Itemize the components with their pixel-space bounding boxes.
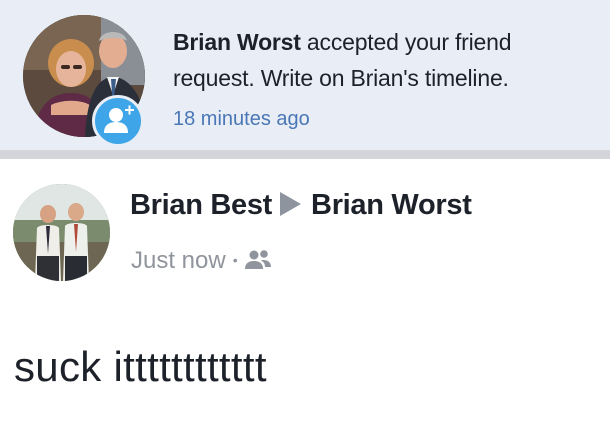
post-author-name[interactable]: Brian Best xyxy=(130,189,272,221)
notification-actor-name[interactable]: Brian Worst xyxy=(173,29,301,55)
post-author-avatar[interactable] xyxy=(13,184,110,281)
facebook-feed-screen: Brian Worst accepted your friend request… xyxy=(0,0,610,439)
feed-divider xyxy=(0,150,610,159)
friend-accept-notification[interactable]: Brian Worst accepted your friend request… xyxy=(0,0,610,150)
notification-timestamp: 18 minutes ago xyxy=(173,108,310,130)
post-header: Brian Best Brian Worst xyxy=(130,189,472,222)
post-timestamp[interactable]: Just now xyxy=(131,247,226,274)
post-meta: Just now • xyxy=(131,247,272,279)
friends-icon[interactable] xyxy=(244,248,272,279)
post-target-name[interactable]: Brian Worst xyxy=(311,189,472,221)
arrow-right-icon xyxy=(280,192,302,216)
add-friend-icon xyxy=(92,95,144,147)
notification-text: Brian Worst accepted your friend request… xyxy=(173,24,598,96)
meta-separator: • xyxy=(232,252,238,268)
post-body-text: suck itttttttttttt xyxy=(14,343,267,390)
